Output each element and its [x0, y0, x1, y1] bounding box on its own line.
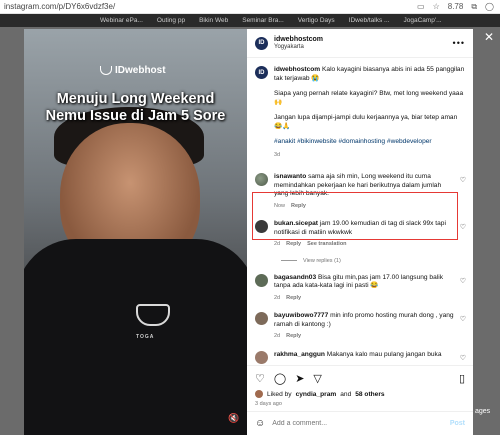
avatar[interactable]	[255, 173, 268, 186]
comment-body: rakhma_anggun Makanya kalo mau pulang ja…	[274, 351, 465, 364]
see-translation-button[interactable]: See translation	[307, 240, 346, 249]
post-side-panel: ID idwebhostcom Yogyakarta ••• ID idwebh…	[247, 29, 473, 435]
bookmark-icon[interactable]: ▯	[459, 372, 465, 385]
bookmark-item[interactable]: Bikin Web	[199, 17, 228, 24]
reply-button[interactable]: Reply	[286, 294, 301, 303]
puzzle-icon[interactable]: ⧉	[471, 2, 477, 12]
likes-connector: and	[340, 390, 352, 398]
like-comment-icon[interactable]: ♡	[460, 223, 466, 231]
mute-icon[interactable]: 🔇	[228, 413, 239, 424]
comment-username[interactable]: isnawanto	[274, 173, 306, 180]
bookmark-item[interactable]: Vertigo Days	[298, 17, 335, 24]
headline-line-2: Nemu Issue di Jam 5 Sore	[45, 108, 226, 124]
star-icon[interactable]: ☆	[433, 2, 440, 11]
bookmark-item[interactable]: Seminar Bra...	[242, 17, 284, 24]
background-text: ages	[475, 408, 491, 415]
caption-line-3: Jangan lupa dijampi-jampi dulu kerjaanny…	[274, 114, 458, 130]
comment-item: rakhma_anggun Makanya kalo mau pulang ja…	[255, 350, 466, 364]
bookmark-item[interactable]: IDweb/talks ...	[349, 17, 390, 24]
liker-username[interactable]: cyndia_pram	[296, 391, 337, 398]
comment-meta: 2d Reply See translation	[274, 240, 455, 249]
avatar[interactable]	[255, 350, 268, 364]
caption: ID idwebhostcom Kalo kayagini biasanya a…	[255, 66, 465, 159]
like-comment-icon[interactable]: ♡	[460, 277, 466, 285]
bookmark-item[interactable]: JogaCamp'...	[403, 17, 441, 24]
like-comment-icon[interactable]: ♡	[460, 354, 466, 362]
comments-list[interactable]: ID idwebhostcom Kalo kayagini biasanya a…	[247, 58, 473, 365]
comment-item: bagasandn03 Bisa gitu min,pas jam 17.00 …	[255, 273, 466, 303]
reply-button[interactable]: Reply	[286, 240, 301, 249]
post-media[interactable]: TOGA IDwebhost Menuju Long Weekend Nemu …	[24, 29, 247, 435]
caption-time: 3d	[274, 151, 281, 158]
comment-meta: 2d Reply	[274, 294, 455, 303]
avatar[interactable]	[255, 312, 268, 325]
close-icon[interactable]: ✕	[484, 30, 494, 44]
caption-text: idwebhostcom Kalo kayagini biasanya abis…	[274, 66, 465, 159]
header-location[interactable]: Yogyakarta	[274, 44, 453, 50]
browser-toolbar-icons: ▭ ☆ 8.78 ⧉ ◯	[417, 2, 500, 12]
repost-icon[interactable]: ▽	[313, 372, 321, 385]
reply-button[interactable]: Reply	[286, 332, 301, 341]
url-text[interactable]: instagram.com/p/DY6x6vdzf3e/	[0, 2, 417, 11]
replies-divider	[281, 260, 297, 261]
add-comment-bar: ☺ Post	[247, 411, 473, 435]
caption-hashtags[interactable]: #anakit #bikinwebsite #domainhosting #we…	[274, 138, 465, 147]
like-comment-icon[interactable]: ♡	[460, 176, 466, 184]
likes-others[interactable]: 58 others	[355, 391, 384, 398]
brand-logo: IDwebhost	[100, 65, 166, 76]
caption-username[interactable]: idwebhostcom	[274, 66, 320, 73]
view-replies-button[interactable]: View replies (1)	[281, 258, 465, 264]
header-username[interactable]: idwebhostcom	[274, 36, 453, 43]
comment-username[interactable]: rakhma_anggun	[274, 351, 325, 358]
action-icons: ♡ ◯ ➤ ▽ ▯	[255, 372, 465, 385]
like-icon[interactable]: ♡	[255, 372, 265, 385]
comment-time: 2d	[274, 294, 281, 301]
cast-icon[interactable]: ▭	[417, 2, 425, 11]
brand-name: IDwebhost	[115, 65, 166, 76]
header-info: idwebhostcom Yogyakarta	[274, 36, 453, 50]
shirt-logo-icon	[136, 304, 170, 326]
post-comment-button[interactable]: Post	[450, 420, 465, 427]
profile-icon[interactable]: ◯	[485, 2, 494, 11]
comment-text: Makanya kalo mau pulang jangan buka	[326, 350, 442, 358]
highlight-box	[252, 192, 458, 240]
headline-line-1: Menuju Long Weekend	[56, 91, 215, 107]
post-header: ID idwebhostcom Yogyakarta •••	[247, 29, 473, 58]
post-modal: TOGA IDwebhost Menuju Long Weekend Nemu …	[24, 29, 473, 435]
more-options-icon[interactable]: •••	[453, 38, 465, 48]
emoji-icon[interactable]: ☺	[255, 418, 265, 429]
likes-prefix: Liked by	[267, 390, 292, 398]
comment-icon[interactable]: ◯	[274, 372, 286, 385]
comment-time: 2d	[274, 333, 281, 339]
shirt-text: TOGA	[136, 334, 155, 340]
address-bar[interactable]: instagram.com/p/DY6x6vdzf3e/ ▭ ☆ 8.78 ⧉ …	[0, 0, 500, 14]
comment-body: bayuwibowo7777 min info promo hosting mu…	[274, 312, 465, 341]
comment-item: bayuwibowo7777 min info promo hosting mu…	[255, 312, 466, 341]
comment-username[interactable]: bagasandn03	[274, 274, 316, 281]
view-replies-label[interactable]: View replies (1)	[303, 258, 341, 264]
extension-badge[interactable]: 8.78	[448, 2, 464, 11]
comment-time: 2d	[274, 241, 281, 247]
bookmarks-bar: Webinar ePa... Outing pp Bikin Web Semin…	[0, 14, 500, 27]
avatar[interactable]	[255, 273, 268, 287]
comment-meta: 2d Reply	[274, 332, 455, 341]
avatar[interactable]: ID	[255, 36, 268, 50]
comment-body: bagasandn03 Bisa gitu min,pas jam 17.00 …	[274, 274, 465, 303]
comment-input[interactable]	[272, 420, 443, 427]
post-date: 3 days ago	[255, 401, 282, 407]
comment-username[interactable]: bayuwibowo7777	[274, 312, 328, 319]
avatar[interactable]: ID	[255, 66, 268, 79]
idwebhost-logo-icon	[100, 66, 112, 75]
like-comment-icon[interactable]: ♡	[460, 315, 466, 323]
share-icon[interactable]: ➤	[295, 372, 304, 385]
caption-line-2: Siapa yang pernah relate kayagini? Btw, …	[274, 90, 464, 106]
bookmark-item[interactable]: Outing pp	[157, 17, 185, 24]
bookmark-item[interactable]: Webinar ePa...	[100, 17, 143, 24]
liker-avatar[interactable]	[255, 390, 263, 398]
image-headline: Menuju Long Weekend Nemu Issue di Jam 5 …	[24, 91, 247, 125]
post-actions: ♡ ◯ ➤ ▽ ▯ Liked by cyndia_pram and 58 ot…	[247, 365, 473, 411]
likes-summary: Liked by cyndia_pram and 58 others	[255, 390, 465, 398]
